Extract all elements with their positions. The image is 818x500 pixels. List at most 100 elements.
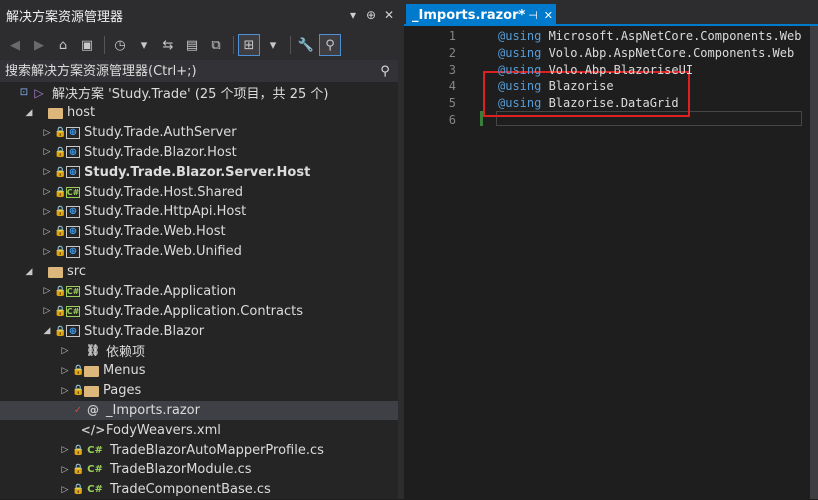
properties-icon[interactable]: 🔧 — [295, 34, 317, 56]
line-number: 1 — [448, 29, 456, 43]
tree-item-label: Study.Trade.Host.Shared — [84, 184, 244, 200]
tree-item[interactable]: ◢ 🔒 ⊕ Study.Trade.Blazor — [0, 321, 398, 341]
csharp-file-icon: C# — [87, 464, 103, 476]
line-number: 6 — [448, 113, 456, 127]
csharp-project-icon: C# — [66, 305, 80, 317]
tree-item[interactable]: ✓ @ _Imports.razor — [0, 400, 398, 421]
lock-icon: 🔒 — [54, 305, 67, 317]
namespace-text: Volo.Abp.BlazoriseUI — [541, 62, 694, 77]
expand-arrow-icon[interactable]: ▷ — [58, 445, 72, 455]
dropdown-icon[interactable]: ▾ — [344, 8, 362, 22]
sync-icon[interactable]: ⇆ — [157, 34, 179, 56]
lock-icon: 🔒 — [72, 365, 85, 377]
editor-panel: _Imports.razor* ⊣ ✕ 1 @using Microsoft.As… — [404, 0, 818, 499]
tree-item[interactable]: ◢ host — [0, 103, 398, 123]
expand-arrow-icon[interactable]: ▷ — [58, 465, 72, 475]
tree-item[interactable]: ▷ 🔒 ⊕ Study.Trade.AuthServer — [0, 123, 398, 143]
expand-arrow-icon[interactable]: ▷ — [58, 485, 72, 495]
expand-arrow-icon[interactable]: ▷ — [40, 306, 54, 316]
search-icon[interactable]: ⚲ — [372, 64, 398, 79]
forward-icon[interactable]: ▶ — [28, 34, 50, 56]
toolbar-separator — [233, 36, 234, 54]
using-keyword: @using — [498, 29, 542, 43]
expand-arrow-icon[interactable]: ▷ — [40, 147, 54, 157]
lock-icon: 🔒 — [72, 464, 85, 476]
expand-arrow-icon[interactable]: ▷ — [58, 366, 72, 376]
tree-item[interactable]: ▷ 🔒 C# TradeComponentBase.cs — [0, 480, 398, 500]
tree-item[interactable]: ▷ 🔒 ⊕ Study.Trade.HttpApi.Host — [0, 202, 398, 222]
tree-item[interactable]: ▷ 🔒 ⊕ Study.Trade.Blazor.Host — [0, 143, 398, 163]
web-project-icon: ⊕ — [66, 325, 80, 338]
expand-arrow-icon[interactable]: ◢ — [40, 326, 54, 336]
namespace-text: Blazorise.DataGrid — [541, 96, 679, 111]
expand-arrow-icon[interactable]: ▷ — [58, 386, 72, 396]
lock-icon: 🔒 — [54, 146, 67, 158]
filter-icon[interactable]: ⚲ — [319, 34, 341, 56]
tree-item-label: Menus — [103, 363, 146, 379]
expand-arrow-icon[interactable]: ▷ — [40, 227, 54, 237]
tree-item[interactable]: ▷ 🔒 C# TradeBlazorModule.cs — [0, 460, 398, 480]
home-icon[interactable]: ⌂ — [52, 34, 74, 56]
search-bar: ⚲ — [0, 60, 398, 82]
tree-item-label: Study.Trade.Blazor.Server.Host — [84, 164, 311, 180]
tree-item[interactable]: ▷ 🔒 ⊕ Study.Trade.Web.Unified — [0, 242, 398, 262]
history-dropdown-icon[interactable]: ▾ — [133, 34, 155, 56]
pin-icon[interactable]: ⊕ — [362, 8, 380, 22]
show-all-files-icon[interactable]: ⧉ — [205, 34, 227, 56]
expand-arrow-icon[interactable]: ▷ — [40, 128, 54, 138]
tree-item[interactable]: ◢ src — [0, 262, 398, 282]
lock-icon: 🔒 — [72, 484, 85, 496]
preview-dropdown-icon[interactable]: ▾ — [262, 34, 284, 56]
expand-arrow-icon[interactable]: ▷ — [40, 187, 54, 197]
code-editor[interactable]: 1 @using Microsoft.AspNetCore.Components.… — [404, 26, 810, 499]
tree-item-label: 解决方案 'Study.Trade' (25 个项目，共 25 个) — [52, 87, 329, 103]
tree-item-label: Study.Trade.Web.Host — [84, 224, 226, 240]
web-project-icon: ⊕ — [66, 205, 80, 218]
editor-scrollbar[interactable] — [810, 26, 818, 499]
tree-item[interactable]: ▷ 🔒 C# Study.Trade.Application.Contracts — [0, 301, 398, 321]
expand-arrow-icon[interactable]: ▷ — [58, 346, 72, 356]
close-tab-icon[interactable]: ✕ — [541, 9, 556, 22]
web-project-icon: ⊕ — [66, 245, 80, 258]
code-line: @using Volo.Abp.AspNetCore.Components.We… — [498, 45, 794, 62]
code-line: @using Microsoft.AspNetCore.Components.W… — [498, 28, 801, 45]
using-keyword: @using — [498, 62, 542, 77]
folder-icon — [84, 366, 99, 378]
expand-arrow-icon[interactable]: ◢ — [22, 108, 36, 118]
tree-item[interactable]: ▷ 🔒 C# TradeBlazorAutoMapperProfile.cs — [0, 440, 398, 460]
tree-item[interactable]: ▷ 🔒 ⊕ Study.Trade.Web.Host — [0, 222, 398, 242]
tree-item-label: TradeComponentBase.cs — [110, 482, 271, 498]
expand-arrow-icon[interactable]: ◢ — [22, 267, 36, 277]
code-line: @using Volo.Abp.BlazoriseUI — [498, 62, 693, 79]
tree-item[interactable]: ▷ 🔒 Menus — [0, 361, 398, 381]
solution-explorer-panel: 解决方案资源管理器 ▾ ⊕ ✕ ◀▶⌂▣◷▾⇆▤⧉⊞▾🔧⚲ ⚲ ⊡▷解决方案 '… — [0, 0, 398, 499]
history-icon[interactable]: ◷ — [109, 34, 131, 56]
tree-item[interactable]: ▷ 🔒 Pages — [0, 381, 398, 401]
tree-item[interactable]: ▷ 🔒 C# Study.Trade.Application — [0, 281, 398, 301]
tree-item[interactable]: ▷ 🔒 ⊕ Study.Trade.Blazor.Server.Host — [0, 162, 398, 182]
expand-arrow-icon[interactable]: ▷ — [40, 207, 54, 217]
using-keyword: @using — [498, 45, 542, 60]
back-icon[interactable]: ◀ — [4, 34, 26, 56]
folder-icon — [48, 108, 63, 120]
pin-tab-icon[interactable]: ⊣ — [525, 9, 540, 22]
folder-icon — [84, 386, 99, 398]
tree-item[interactable]: ⊡ ▷ 解决方案 'Study.Trade' (25 个项目，共 25 个) — [0, 83, 398, 103]
tree-item[interactable]: ▷ ⛓ 依赖项 — [0, 341, 398, 361]
preview-icon[interactable]: ⊞ — [238, 34, 260, 56]
search-input[interactable] — [0, 62, 372, 80]
tree-item-label: src — [67, 264, 86, 280]
expand-arrow-icon[interactable]: ▷ — [40, 286, 54, 296]
expand-arrow-icon[interactable]: ▷ — [40, 247, 54, 257]
namespace-text: Microsoft.AspNetCore.Components.Web — [541, 29, 802, 43]
tree-item[interactable]: </> FodyWeavers.xml — [0, 420, 398, 440]
folder-icon — [48, 267, 63, 279]
using-keyword: @using — [498, 96, 542, 111]
tree-item-label: Study.Trade.HttpApi.Host — [84, 204, 247, 220]
tab-imports-razor[interactable]: _Imports.razor* ⊣ ✕ — [406, 4, 556, 26]
tree-item[interactable]: ▷ 🔒 C# Study.Trade.Host.Shared — [0, 182, 398, 202]
close-icon[interactable]: ✕ — [380, 8, 398, 22]
collapse-all-icon[interactable]: ▤ — [181, 34, 203, 56]
expand-arrow-icon[interactable]: ▷ — [40, 167, 54, 177]
vs-switch-icon[interactable]: ▣ — [76, 34, 98, 56]
